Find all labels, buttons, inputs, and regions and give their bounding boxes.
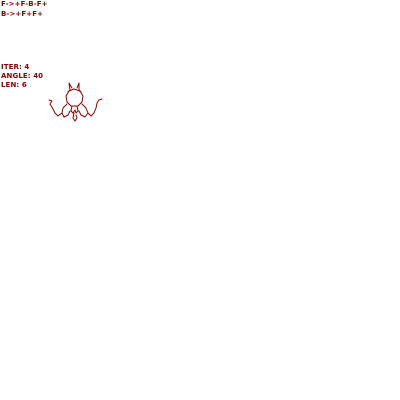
fractal-right-wing-tip [78, 110, 89, 118]
fractal-tail [72, 112, 78, 122]
fractal-left-wing-tip [61, 110, 71, 118]
l-system-fractal [48, 82, 103, 122]
fractal-right-wing [81, 98, 103, 117]
fractal-left-wing [48, 99, 68, 117]
fractal-head [65, 88, 84, 107]
drawing-canvas[interactable]: F->+F-B-F+ B->+F+F+ ITER: 4 ANGLE: 40 LE… [0, 0, 400, 400]
fractal-body [70, 105, 79, 114]
